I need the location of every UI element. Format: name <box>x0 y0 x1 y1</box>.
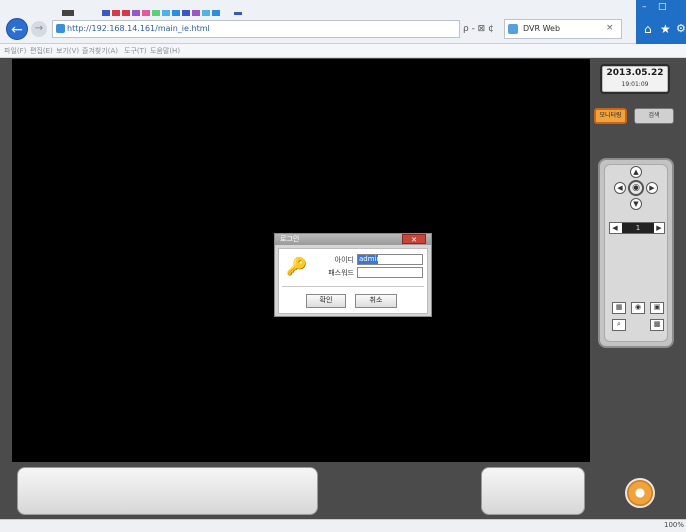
menu-favorites[interactable]: 즐겨찾기(A) <box>82 44 118 58</box>
dialog-close-icon[interactable]: ✕ <box>402 234 426 244</box>
menu-file[interactable]: 파일(F) <box>4 44 26 58</box>
center-icon[interactable]: ◉ <box>628 180 644 196</box>
live-monitor-button[interactable]: 모니터링 <box>594 108 627 124</box>
disc-icon[interactable] <box>625 478 655 508</box>
tab-favicon-icon <box>508 24 518 34</box>
menu-help[interactable]: 도움말(H) <box>150 44 180 58</box>
page-icon <box>56 24 65 33</box>
zoom-plus-icon[interactable]: ▶ <box>654 223 664 233</box>
maximize-icon[interactable]: □ <box>658 2 668 12</box>
minimize-icon[interactable]: – <box>642 2 652 12</box>
bottom-right-panel[interactable] <box>481 467 585 515</box>
right-arrow-icon[interactable]: ▶ <box>646 182 658 194</box>
forward-arrow-icon[interactable]: → <box>31 21 47 37</box>
menu-tools[interactable]: 도구(T) <box>124 44 147 58</box>
time-text: 19:01:09 <box>621 81 649 88</box>
dialog-title: 로그인 <box>280 235 300 243</box>
id-label: 아이디 <box>334 256 354 264</box>
id-input-value[interactable]: admin <box>358 255 381 264</box>
left-arrow-icon[interactable]: ◀ <box>614 182 626 194</box>
ok-button[interactable]: 확인 <box>306 294 346 308</box>
home-icon[interactable]: ⌂ <box>644 22 656 36</box>
search-refresh-icon[interactable]: ρ - ⊠ ¢ <box>463 20 503 38</box>
gear-icon[interactable]: ⚙ <box>676 22 686 36</box>
record-icon[interactable]: ◉ <box>631 302 645 314</box>
date-text: 2013.05.22 <box>606 68 664 78</box>
key-icon: 🔑 <box>286 257 308 277</box>
dialog-divider <box>282 286 424 287</box>
search-button[interactable]: 검색 <box>634 108 674 124</box>
menu-bar: 파일(F) 편집(E) 보기(V) 즐겨찾기(A) 도구(T) 도움말(H) <box>0 44 686 58</box>
cancel-button[interactable]: 취소 <box>355 294 397 308</box>
zoom-minus-icon[interactable]: ◀ <box>610 223 620 233</box>
window-title-strip <box>62 10 242 16</box>
password-input[interactable] <box>357 267 423 278</box>
password-label: 패스워드 <box>328 269 354 277</box>
zoom-icon[interactable]: ⌕ <box>612 319 626 331</box>
menu-edit[interactable]: 편집(E) <box>30 44 53 58</box>
address-bar[interactable]: http://192.168.14.161/main_ie.html <box>52 20 460 38</box>
star-icon[interactable]: ★ <box>660 22 672 36</box>
grid-icon[interactable]: ▦ <box>612 302 626 314</box>
zoom-value: 1 <box>622 223 654 233</box>
browser-zoom-level[interactable]: 100% <box>640 520 684 531</box>
back-arrow-icon[interactable]: ← <box>6 18 28 40</box>
capture-icon[interactable]: ▣ <box>650 302 664 314</box>
up-arrow-icon[interactable]: ▲ <box>630 166 642 178</box>
down-arrow-icon[interactable]: ▼ <box>630 198 642 210</box>
save-icon[interactable]: ▩ <box>650 319 664 331</box>
browser-tab[interactable]: DVR Web <box>504 19 622 39</box>
bottom-left-panel[interactable] <box>17 467 318 515</box>
tab-close-icon[interactable]: × <box>606 22 616 34</box>
menu-view[interactable]: 보기(V) <box>56 44 79 58</box>
status-bar <box>0 519 686 532</box>
